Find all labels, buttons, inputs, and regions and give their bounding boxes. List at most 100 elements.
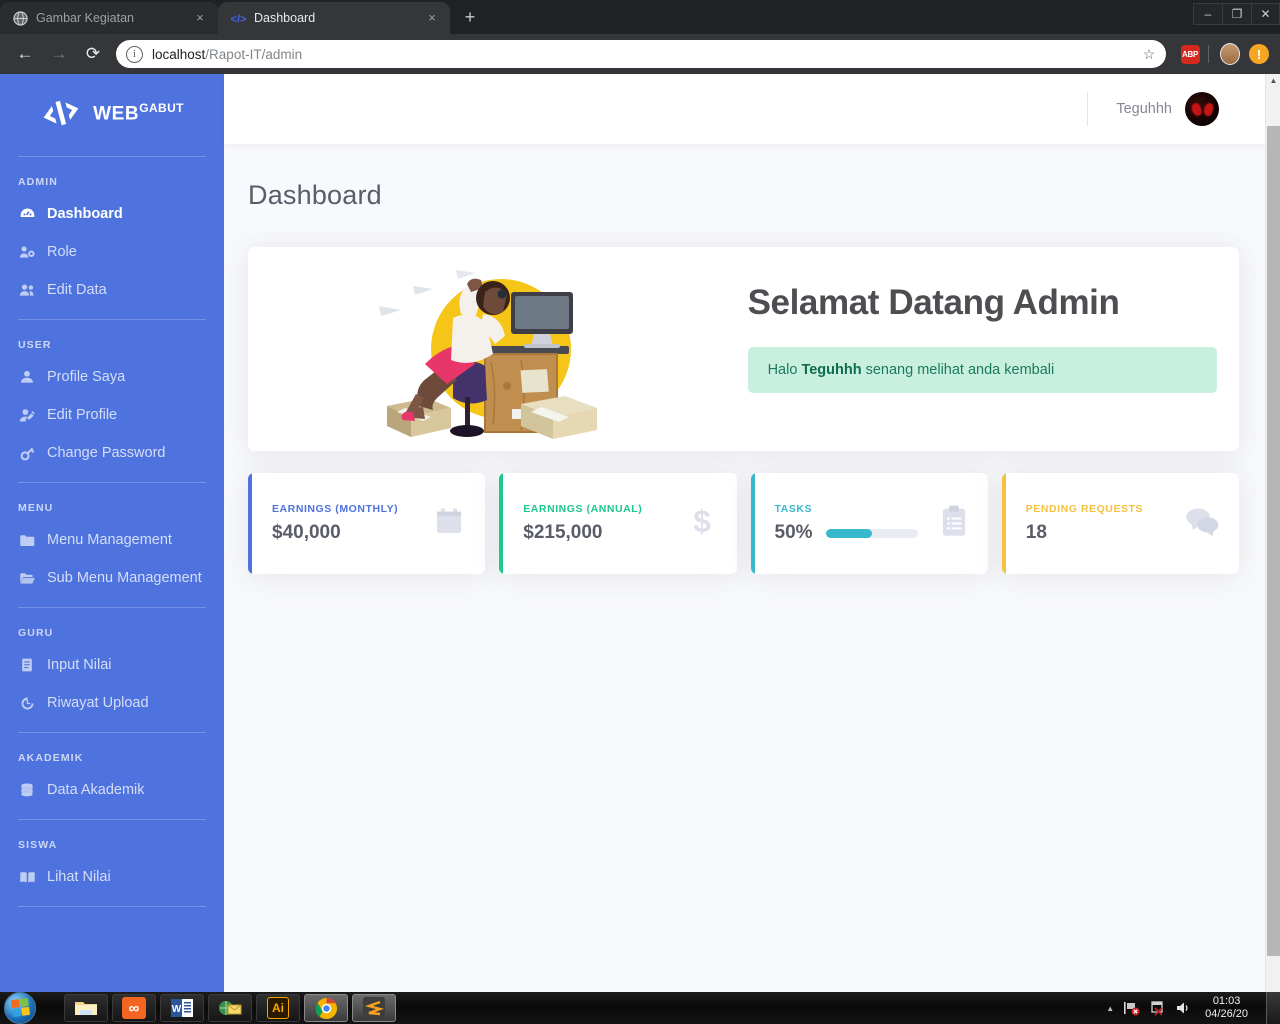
show-desktop-button[interactable]	[1266, 992, 1280, 1024]
sidebar-item-label: Data Akademik	[47, 782, 145, 798]
google-chrome-icon[interactable]	[304, 994, 348, 1022]
close-window-button[interactable]: ✕	[1251, 3, 1280, 25]
reload-icon[interactable]: ⟳	[76, 37, 110, 71]
xampp-icon[interactable]: ∞	[112, 994, 156, 1022]
tab-title: Gambar Kegiatan	[36, 11, 134, 25]
close-icon[interactable]: ×	[424, 10, 440, 26]
tasks-progress-bar	[825, 528, 918, 538]
windows-explorer-icon[interactable]	[64, 994, 108, 1022]
sidebar-item-sub-menu-management[interactable]: Sub Menu Management	[0, 559, 224, 597]
sidebar-item-label: Edit Profile	[47, 407, 118, 423]
sidebar-item-edit-profile[interactable]: Edit Profile	[0, 396, 224, 434]
mail-network-icon[interactable]	[208, 994, 252, 1022]
sidebar-item-label: Profile Saya	[47, 369, 126, 385]
network-error-icon[interactable]	[1123, 1000, 1140, 1016]
sidebar-item-profile-saya[interactable]: Profile Saya	[0, 358, 224, 396]
sidebar-item-edit-data[interactable]: Edit Data	[0, 271, 224, 309]
stat-card-earnings-annual[interactable]: EARNINGS (ANNUAL) $215,000 $	[499, 473, 737, 574]
clock-time: 01:03	[1212, 995, 1241, 1007]
forward-icon[interactable]: →	[42, 37, 76, 71]
stat-card-pending-requests[interactable]: PENDING REQUESTS 18	[1001, 473, 1239, 574]
toolbar-divider	[1208, 45, 1209, 63]
browser-tab-gambar-kegiatan[interactable]: Gambar Kegiatan ×	[0, 2, 218, 34]
sidebar-item-label: Menu Management	[47, 532, 172, 548]
back-icon[interactable]: ←	[8, 37, 42, 71]
sidebar-divider	[18, 607, 206, 608]
taskbar-clock[interactable]: 01:03 04/26/20	[1205, 995, 1248, 1021]
svg-text:W: W	[172, 1004, 182, 1015]
url-path: /Rapot-IT/admin	[205, 46, 303, 62]
card-accent	[248, 473, 252, 574]
close-icon[interactable]: ×	[192, 10, 208, 26]
sidebar-divider	[18, 819, 206, 820]
microsoft-word-icon[interactable]: W	[160, 994, 204, 1022]
brand-sup: GABUT	[139, 100, 184, 115]
sidebar-item-label: Sub Menu Management	[47, 570, 202, 586]
sidebar-item-label: Dashboard	[47, 206, 123, 222]
stat-body: TASKS 50%	[775, 503, 940, 544]
url-host: localhost	[152, 46, 206, 62]
sidebar-item-riwayat-upload[interactable]: Riwayat Upload	[0, 684, 224, 722]
maximize-button[interactable]: ❐	[1222, 3, 1251, 25]
welcome-alert: Halo Teguhhh senang melihat anda kembali	[747, 347, 1217, 393]
brand-name: WEB	[93, 103, 140, 125]
sidebar-item-role[interactable]: Role	[0, 233, 224, 271]
new-tab-button[interactable]: +	[456, 4, 484, 32]
stat-value: $215,000	[523, 522, 603, 543]
stat-card-earnings-monthly[interactable]: EARNINGS (MONTHLY) $40,000	[248, 473, 486, 574]
address-bar[interactable]: i localhost/Rapot-IT/admin ☆	[116, 40, 1166, 68]
stat-value: 50%	[774, 522, 813, 543]
browser-window: Gambar Kegiatan × </> Dashboard × + – ❐ …	[0, 0, 1280, 992]
stat-value: 18	[1025, 522, 1047, 543]
browser-toolbar: ← → ⟳ i localhost/Rapot-IT/admin ☆ ABP !	[0, 34, 1280, 74]
brand-logo[interactable]: WEBGABUT	[0, 74, 224, 146]
stat-label: TASKS	[774, 503, 813, 515]
browser-tab-dashboard[interactable]: </> Dashboard ×	[218, 2, 450, 34]
scrollbar-thumb[interactable]	[1267, 126, 1280, 956]
globe-icon	[12, 10, 28, 26]
sidebar: WEBGABUT ADMIN Dashboard Role Edit Data …	[0, 74, 224, 992]
sidebar-divider	[18, 319, 206, 320]
adblock-plus-icon[interactable]: ABP	[1177, 41, 1203, 67]
sidebar-item-menu-management[interactable]: Menu Management	[0, 521, 224, 559]
scroll-up-arrow-icon[interactable]: ▲	[1266, 76, 1280, 85]
brand-text: WEBGABUT	[93, 101, 184, 125]
sidebar-item-input-nilai[interactable]: Input Nilai	[0, 646, 224, 684]
sidebar-item-change-password[interactable]: Change Password	[0, 434, 224, 472]
stat-body: EARNINGS (MONTHLY) $40,000	[272, 503, 433, 544]
dashboard-cards: Selamat Datang Admin Halo Teguhhh senang…	[224, 211, 1265, 574]
folder-icon	[18, 531, 36, 549]
avatar[interactable]	[1185, 92, 1219, 126]
start-orb[interactable]	[4, 992, 36, 1024]
sidebar-divider	[18, 482, 206, 483]
clock-date: 04/26/20	[1205, 1008, 1248, 1020]
stat-body: EARNINGS (ANNUAL) $215,000	[523, 503, 686, 544]
sidebar-item-data-akademik[interactable]: Data Akademik	[0, 771, 224, 809]
tab-strip: Gambar Kegiatan × </> Dashboard × +	[0, 0, 484, 34]
update-warning-icon[interactable]: !	[1246, 41, 1272, 67]
calendar-icon	[433, 505, 465, 542]
card-accent	[1001, 473, 1006, 574]
show-hidden-icons-icon[interactable]: ▲	[1106, 1004, 1114, 1013]
sublime-text-icon[interactable]	[352, 994, 396, 1022]
bookmark-star-icon[interactable]: ☆	[1138, 46, 1160, 63]
page-scrollbar[interactable]: ▲	[1265, 74, 1280, 992]
chrome-profile-avatar[interactable]	[1217, 41, 1243, 67]
volume-icon[interactable]	[1175, 1000, 1192, 1016]
code-brackets-logo	[37, 93, 85, 133]
adobe-illustrator-icon[interactable]: Ai	[256, 994, 300, 1022]
stat-label: EARNINGS (ANNUAL)	[523, 503, 643, 515]
browser-titlebar: Gambar Kegiatan × </> Dashboard × + – ❐ …	[0, 0, 1280, 34]
page-viewport: WEBGABUT ADMIN Dashboard Role Edit Data …	[0, 74, 1280, 992]
minimize-button[interactable]: –	[1193, 3, 1222, 25]
key-icon	[18, 444, 36, 462]
flag-error-icon[interactable]	[1149, 1000, 1166, 1016]
site-info-icon[interactable]: i	[126, 45, 143, 63]
stat-card-tasks[interactable]: TASKS 50%	[750, 473, 988, 574]
welcome-title: Selamat Datang Admin	[747, 283, 1120, 322]
sidebar-divider	[18, 906, 206, 907]
stat-value: $40,000	[272, 522, 341, 543]
sidebar-item-dashboard[interactable]: Dashboard	[0, 195, 224, 233]
taskbar-apps: ∞ W Ai	[64, 994, 396, 1022]
sidebar-item-lihat-nilai[interactable]: Lihat Nilai	[0, 858, 224, 896]
